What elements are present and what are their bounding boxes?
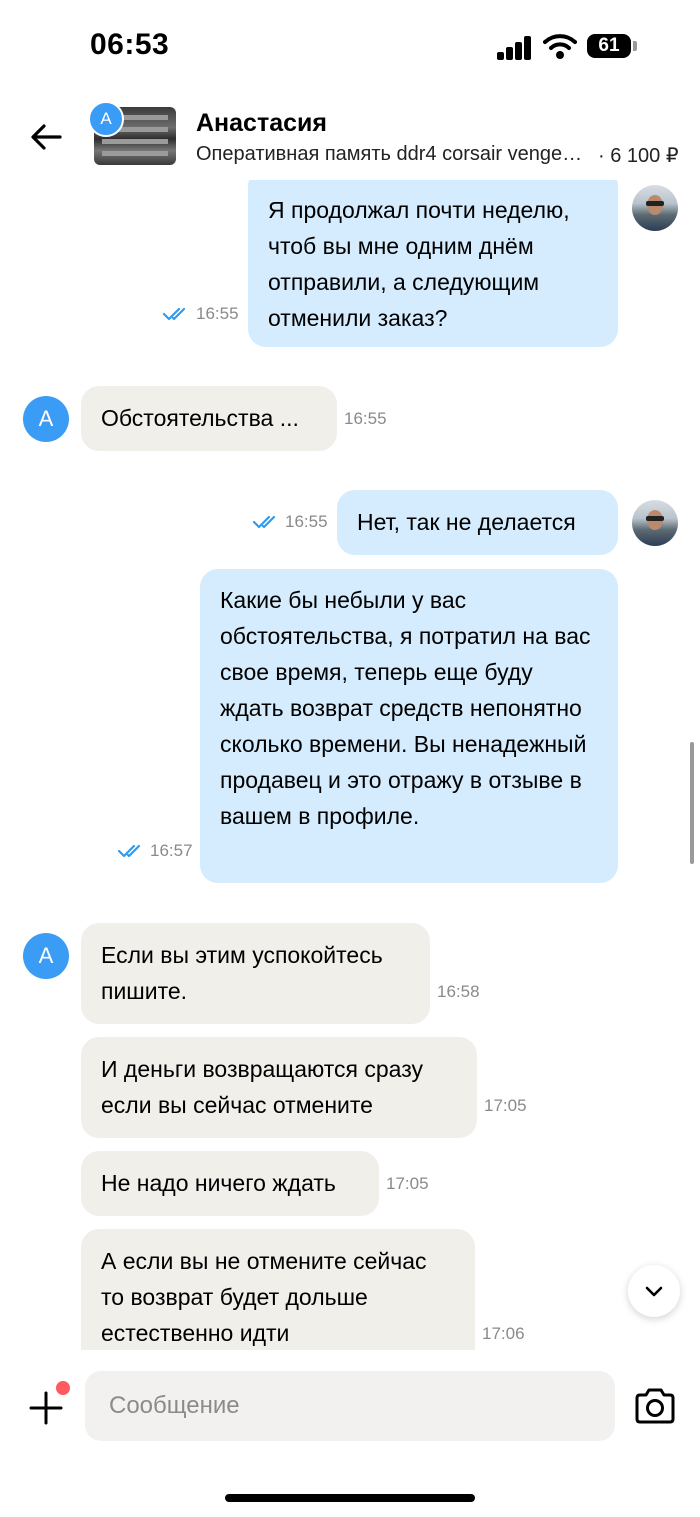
contact-name[interactable]: Анастасия	[196, 109, 327, 138]
double-check-icon	[118, 844, 141, 858]
battery-tip	[633, 41, 637, 51]
incoming-message[interactable]: Обстоятельства ...	[81, 386, 337, 451]
scrollbar[interactable]	[690, 742, 694, 864]
my-avatar[interactable]	[632, 500, 678, 546]
chat-header[interactable]: А Анастасия Оперативная память ddr4 cors…	[0, 95, 700, 180]
incoming-message[interactable]: Не надо ничего ждать	[81, 1151, 379, 1216]
outgoing-message[interactable]: Я продолжал почти неделю, чтоб вы мне од…	[248, 180, 618, 347]
product-title[interactable]: Оперативная память ddr4 corsair vengeanc…	[196, 143, 586, 166]
scroll-down-button[interactable]	[628, 1265, 680, 1317]
battery-icon: 61	[587, 34, 631, 58]
contact-avatar: А	[88, 101, 124, 137]
double-check-icon	[253, 515, 276, 529]
outgoing-message[interactable]: Какие бы небыли у вас обстоятельства, я …	[200, 569, 618, 883]
incoming-message[interactable]: И деньги возвращаются сразу если вы сейч…	[81, 1037, 477, 1138]
arrow-left-icon[interactable]	[26, 117, 66, 157]
message-time: 17:05	[484, 1096, 527, 1115]
camera-icon[interactable]	[633, 1386, 677, 1426]
chevron-down-icon	[645, 1286, 663, 1297]
status-bar: 06:53 61	[0, 0, 700, 95]
message-time: 17:05	[386, 1174, 429, 1193]
message-time: 16:55	[196, 304, 239, 323]
composer	[0, 1350, 700, 1517]
notification-dot	[54, 1379, 72, 1397]
message-time: 16:58	[437, 982, 480, 1001]
message-time: 17:06	[482, 1324, 525, 1343]
cellular-signal-icon	[497, 36, 533, 60]
message-input[interactable]	[85, 1371, 615, 1441]
incoming-message[interactable]: Если вы этим успокойтесь пишите.	[81, 923, 430, 1024]
my-avatar[interactable]	[632, 185, 678, 231]
outgoing-message[interactable]: Нет, так не делается	[337, 490, 618, 555]
contact-avatar[interactable]: А	[23, 396, 69, 442]
home-indicator	[225, 1494, 475, 1502]
double-check-icon	[163, 307, 186, 321]
message-list[interactable]: Я продолжал почти неделю, чтоб вы мне од…	[0, 180, 700, 1350]
message-time: 16:55	[285, 512, 328, 531]
contact-avatar[interactable]: А	[23, 933, 69, 979]
product-price: · 6 100 ₽	[598, 145, 679, 167]
message-time: 16:57	[150, 841, 193, 860]
message-time: 16:55	[344, 409, 387, 428]
wifi-icon	[543, 34, 577, 59]
incoming-message[interactable]: А если вы не отмените сейчас то возврат …	[81, 1229, 475, 1350]
status-time: 06:53	[90, 28, 170, 61]
